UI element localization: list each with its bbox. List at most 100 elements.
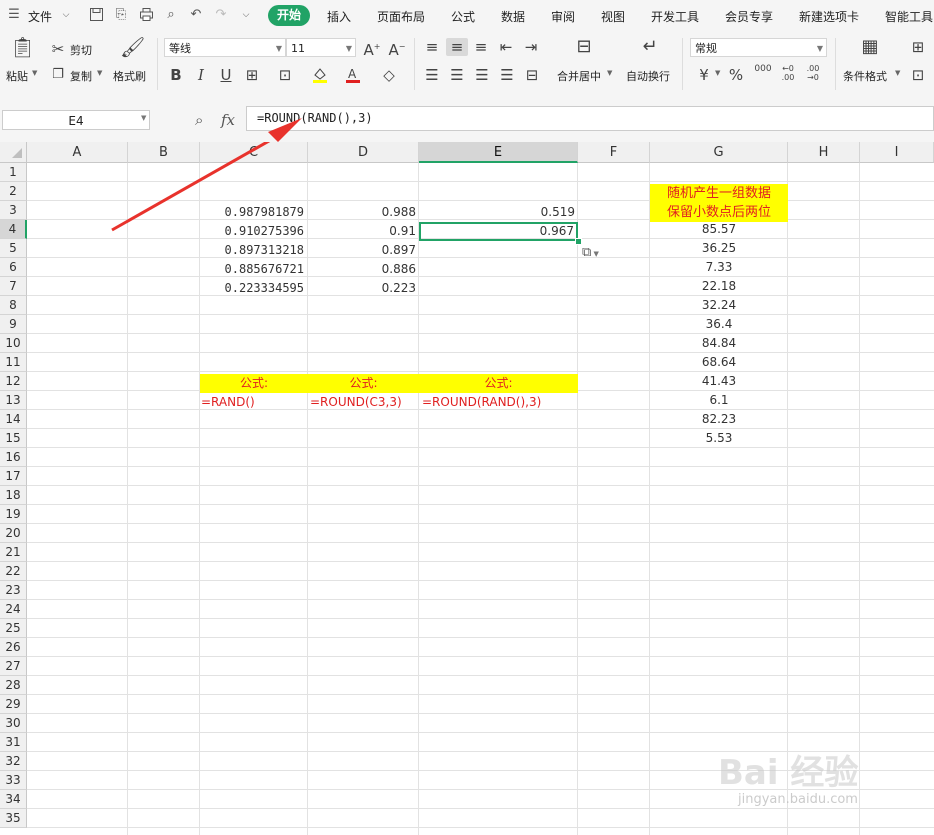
row-header-19[interactable]: 19 [0,505,27,524]
cell-c6[interactable]: 0.885676721 [200,260,308,279]
tab-developer[interactable]: 开发工具 [651,8,699,25]
format-painter-button[interactable]: 格式刷 [113,68,146,84]
justify-icon[interactable]: ☰ [498,66,516,84]
cell-e3[interactable]: 0.519 [419,203,578,222]
align-left-icon[interactable]: ☰ [423,66,441,84]
undo-icon[interactable]: ↶ [188,7,204,23]
cell-c7[interactable]: 0.223334595 [200,279,308,298]
row-header-34[interactable]: 34 [0,790,27,809]
cell-g4[interactable]: 85.57 [650,220,788,239]
select-all-corner[interactable] [0,142,27,163]
column-header-f[interactable]: F [578,142,650,163]
percent-icon[interactable]: % [728,66,744,84]
row-header-31[interactable]: 31 [0,733,27,752]
row-header-9[interactable]: 9 [0,315,27,334]
row-header-26[interactable]: 26 [0,638,27,657]
conditional-format-button[interactable]: 条件格式 [843,68,887,84]
export-icon[interactable]: ⎘ [113,7,129,23]
chevron-down-icon[interactable]: ▼ [715,69,720,77]
cell-e4-selected[interactable]: 0.967 [419,222,578,241]
tab-insert[interactable]: 插入 [327,8,351,25]
chevron-down-icon[interactable]: ▼ [97,69,102,77]
copy-button[interactable]: 复制 [70,68,92,84]
align-right-icon[interactable]: ☰ [473,66,491,84]
tab-data[interactable]: 数据 [501,8,525,25]
decrease-decimal-icon[interactable]: .00 →0 [803,64,823,82]
increase-indent-icon[interactable]: ⇥ [522,38,540,56]
cell-g8[interactable]: 32.24 [650,296,788,315]
row-header-7[interactable]: 7 [0,277,27,296]
cell-g6[interactable]: 7.33 [650,258,788,277]
column-header-h[interactable]: H [788,142,860,163]
table-style-icon[interactable]: ⊞ [908,38,928,56]
row-header-27[interactable]: 27 [0,657,27,676]
cell-d7[interactable]: 0.223 [308,279,419,298]
row-header-33[interactable]: 33 [0,771,27,790]
decrease-font-icon[interactable]: A− [388,38,406,59]
row-header-5[interactable]: 5 [0,239,27,258]
cell-g10[interactable]: 84.84 [650,334,788,353]
row-header-8[interactable]: 8 [0,296,27,315]
fill-handle[interactable] [575,238,582,245]
tab-smart-tools[interactable]: 智能工具 [885,8,933,25]
merge-center-button[interactable]: 合并居中 [557,68,601,84]
row-header-6[interactable]: 6 [0,258,27,277]
fx-icon[interactable]: fx [221,111,235,129]
align-center-icon[interactable]: ☰ [448,66,466,84]
align-top-icon[interactable]: ≡ [423,38,441,56]
cell-g13[interactable]: 6.1 [650,391,788,410]
tab-member[interactable]: 会员专享 [725,8,773,25]
borders-icon[interactable]: ⊞ [243,66,261,84]
currency-icon[interactable]: ¥ [696,66,712,84]
row-header-20[interactable]: 20 [0,524,27,543]
row-header-1[interactable]: 1 [0,163,27,182]
cell-d4[interactable]: 0.91 [308,222,419,241]
format-painter-icon[interactable]: 🖌︎ [120,37,145,57]
copy-icon[interactable]: ❐ [50,66,66,84]
cell-d12[interactable]: 公式: [308,374,419,393]
row-header-13[interactable]: 13 [0,391,27,410]
row-header-23[interactable]: 23 [0,581,27,600]
print-preview-icon[interactable]: ⌕ [163,7,179,23]
align-bottom-icon[interactable]: ≡ [472,38,490,56]
spreadsheet-grid[interactable]: A B C D E F G H I 1 2 3 4 5 6 7 8 9 10 11 12 13 14 15 1… [0,142,934,835]
row-header-29[interactable]: 29 [0,695,27,714]
distributed-icon[interactable]: ⊟ [523,66,541,84]
cell-c5[interactable]: 0.897313218 [200,241,308,260]
cell-g7[interactable]: 22.18 [650,277,788,296]
row-header-30[interactable]: 30 [0,714,27,733]
row-header-18[interactable]: 18 [0,486,27,505]
cell-g2[interactable]: 随机产生一组数据 [650,184,788,203]
row-header-22[interactable]: 22 [0,562,27,581]
number-format-select[interactable]: 常规 ▼ [690,38,827,57]
cell-d5[interactable]: 0.897 [308,241,419,260]
cell-c12[interactable]: 公式: [200,374,308,393]
row-header-11[interactable]: 11 [0,353,27,372]
row-header-2[interactable]: 2 [0,182,27,201]
scissors-icon[interactable]: ✂ [50,40,66,58]
row-header-4[interactable]: 4 [0,220,27,239]
row-header-25[interactable]: 25 [0,619,27,638]
row-header-21[interactable]: 21 [0,543,27,562]
column-header-e[interactable]: E [419,142,578,163]
paste-button[interactable]: 粘贴 [6,68,28,84]
underline-icon[interactable]: U [218,66,234,84]
row-header-15[interactable]: 15 [0,429,27,448]
chevron-down-icon[interactable]: ▼ [895,69,900,77]
clear-format-icon[interactable]: ◇ [380,66,398,84]
row-header-17[interactable]: 17 [0,467,27,486]
row-header-16[interactable]: 16 [0,448,27,467]
cell-e13[interactable]: =ROUND(RAND(),3) [422,393,578,412]
wrap-text-icon[interactable]: ↵ [638,38,662,56]
column-header-i[interactable]: I [860,142,934,163]
paste-icon[interactable]: 📋︎ [10,37,35,57]
row-header-32[interactable]: 32 [0,752,27,771]
conditional-format-icon[interactable]: ▦ [858,38,882,56]
merge-center-icon[interactable]: ⊟ [572,38,596,56]
redo-icon[interactable]: ↷ [213,7,229,23]
bold-icon[interactable]: B [168,66,184,84]
font-size-select[interactable]: 11 ▼ [286,38,356,57]
tab-new[interactable]: 新建选项卡 [799,8,859,25]
cell-g5[interactable]: 36.25 [650,239,788,258]
print-icon[interactable] [138,7,154,23]
